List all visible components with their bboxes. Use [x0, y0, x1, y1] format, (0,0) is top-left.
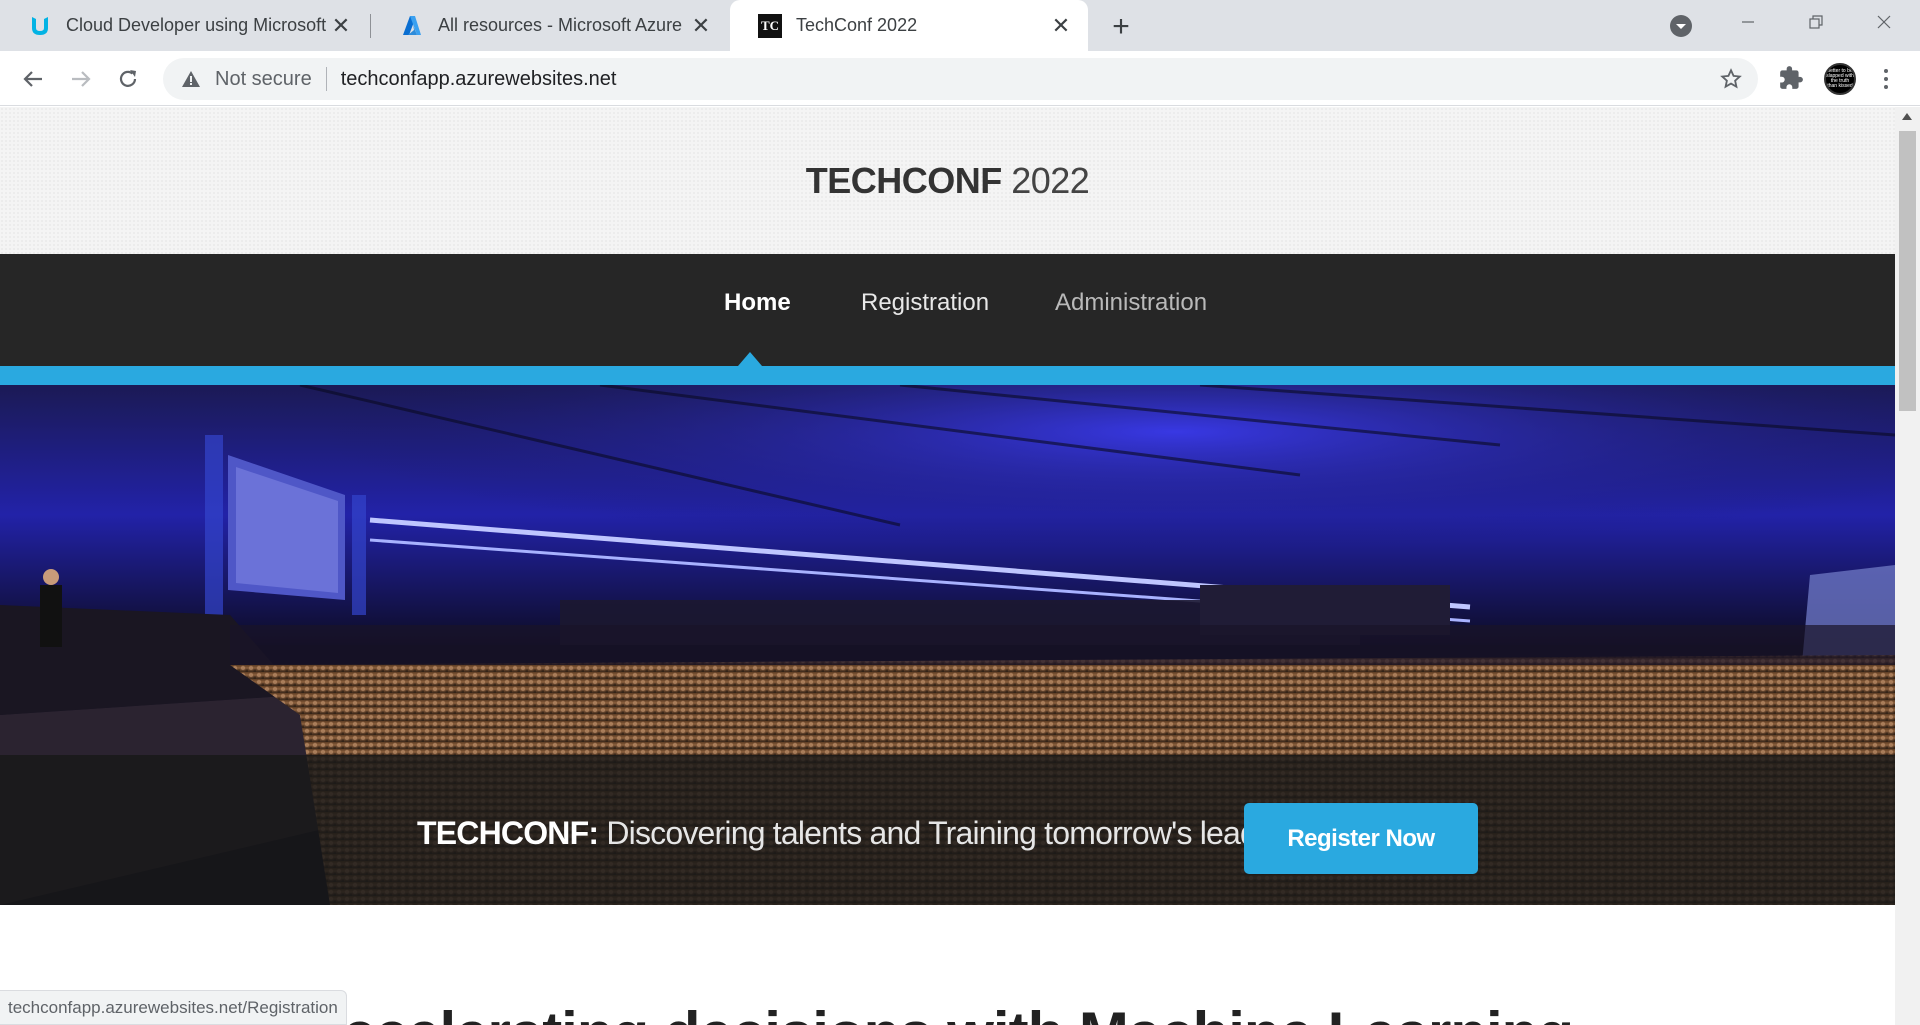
tab-title: Cloud Developer using Microsoft Azure — [66, 15, 328, 35]
extensions-puzzle-icon[interactable] — [1778, 65, 1804, 91]
hero-tagline: TECHCONF: Discovering talents and Traini… — [417, 815, 1300, 852]
page-viewport: TECHCONF 2022 Home Registration Administ… — [0, 107, 1895, 1025]
reload-icon — [119, 70, 137, 87]
security-label[interactable]: Not secure — [215, 68, 312, 91]
tab-title: TechConf 2022 — [796, 15, 918, 35]
back-arrow-icon — [23, 71, 42, 87]
profile-avatar[interactable]: better to be slapped with the truth than… — [1824, 63, 1856, 95]
active-nav-indicator — [738, 352, 762, 366]
close-icon[interactable]: ✕ — [1048, 13, 1074, 39]
register-now-button[interactable]: Register Now — [1244, 803, 1478, 874]
close-window-button[interactable] — [1854, 0, 1914, 44]
nav-home-link[interactable]: Home — [724, 289, 791, 317]
site-header: TECHCONF 2022 — [0, 107, 1895, 254]
tagline-text: Discovering talents and Training tomorro… — [598, 815, 1300, 851]
warning-icon[interactable] — [181, 69, 201, 89]
minimize-button[interactable] — [1718, 0, 1778, 44]
tab-cloud-developer[interactable]: Cloud Developer using Microsoft Azure ✕ — [0, 0, 368, 51]
avatar-text: better to be slapped with the truth than… — [1826, 68, 1854, 89]
udacity-icon — [28, 14, 52, 38]
browser-toolbar: Not secure techconfapp.azurewebsites.net… — [0, 51, 1920, 106]
site-logo[interactable]: TECHCONF 2022 — [806, 160, 1090, 202]
forward-arrow-icon — [72, 71, 91, 87]
hero-banner: TECHCONF: Discovering talents and Traini… — [0, 385, 1895, 905]
forward-button[interactable] — [64, 62, 98, 96]
scrollbar-thumb[interactable] — [1899, 131, 1916, 411]
section-heading: Accelerating decisions with Machine Lear… — [300, 999, 1574, 1025]
tab-azure-resources[interactable]: All resources - Microsoft Azure ✕ — [372, 0, 728, 51]
restore-button[interactable] — [1786, 0, 1846, 44]
browser-menu-icon[interactable] — [1876, 63, 1896, 95]
omnibox-divider — [325, 67, 327, 91]
page-scrollbar[interactable] — [1895, 107, 1920, 1025]
address-bar[interactable]: Not secure techconfapp.azurewebsites.net — [163, 58, 1758, 100]
browser-tab-strip: Cloud Developer using Microsoft Azure ✕ … — [0, 0, 1920, 51]
bookmark-star-icon[interactable] — [1720, 68, 1742, 90]
close-icon[interactable]: ✕ — [328, 13, 354, 39]
new-tab-button[interactable]: + — [1104, 10, 1138, 44]
main-navigation: Home Registration Administration — [0, 254, 1895, 366]
techconf-icon: TC — [758, 13, 782, 38]
tab-techconf[interactable]: TC TechConf 2022 ✕ — [730, 0, 1088, 51]
tab-separator — [370, 14, 371, 38]
url-text[interactable]: techconfapp.azurewebsites.net — [341, 68, 617, 91]
accent-bar — [0, 366, 1895, 385]
brand-name: TECHCONF — [805, 159, 1003, 201]
back-button[interactable] — [16, 62, 50, 96]
brand-year: 2022 — [1001, 159, 1090, 201]
tab-title: All resources - Microsoft Azure — [438, 15, 683, 35]
scroll-up-arrow-icon[interactable] — [1902, 113, 1912, 120]
tagline-lead: TECHCONF: — [417, 815, 599, 851]
nav-administration-link[interactable]: Administration — [1055, 289, 1207, 317]
azure-icon — [400, 14, 424, 38]
techconf-icon-text: TC — [760, 17, 780, 33]
nav-registration-link[interactable]: Registration — [861, 289, 989, 317]
close-icon[interactable]: ✕ — [688, 13, 714, 39]
link-status-bubble: techconfapp.azurewebsites.net/Registrati… — [0, 990, 347, 1025]
reload-button[interactable] — [111, 62, 145, 96]
tab-search-icon[interactable] — [1668, 13, 1694, 39]
